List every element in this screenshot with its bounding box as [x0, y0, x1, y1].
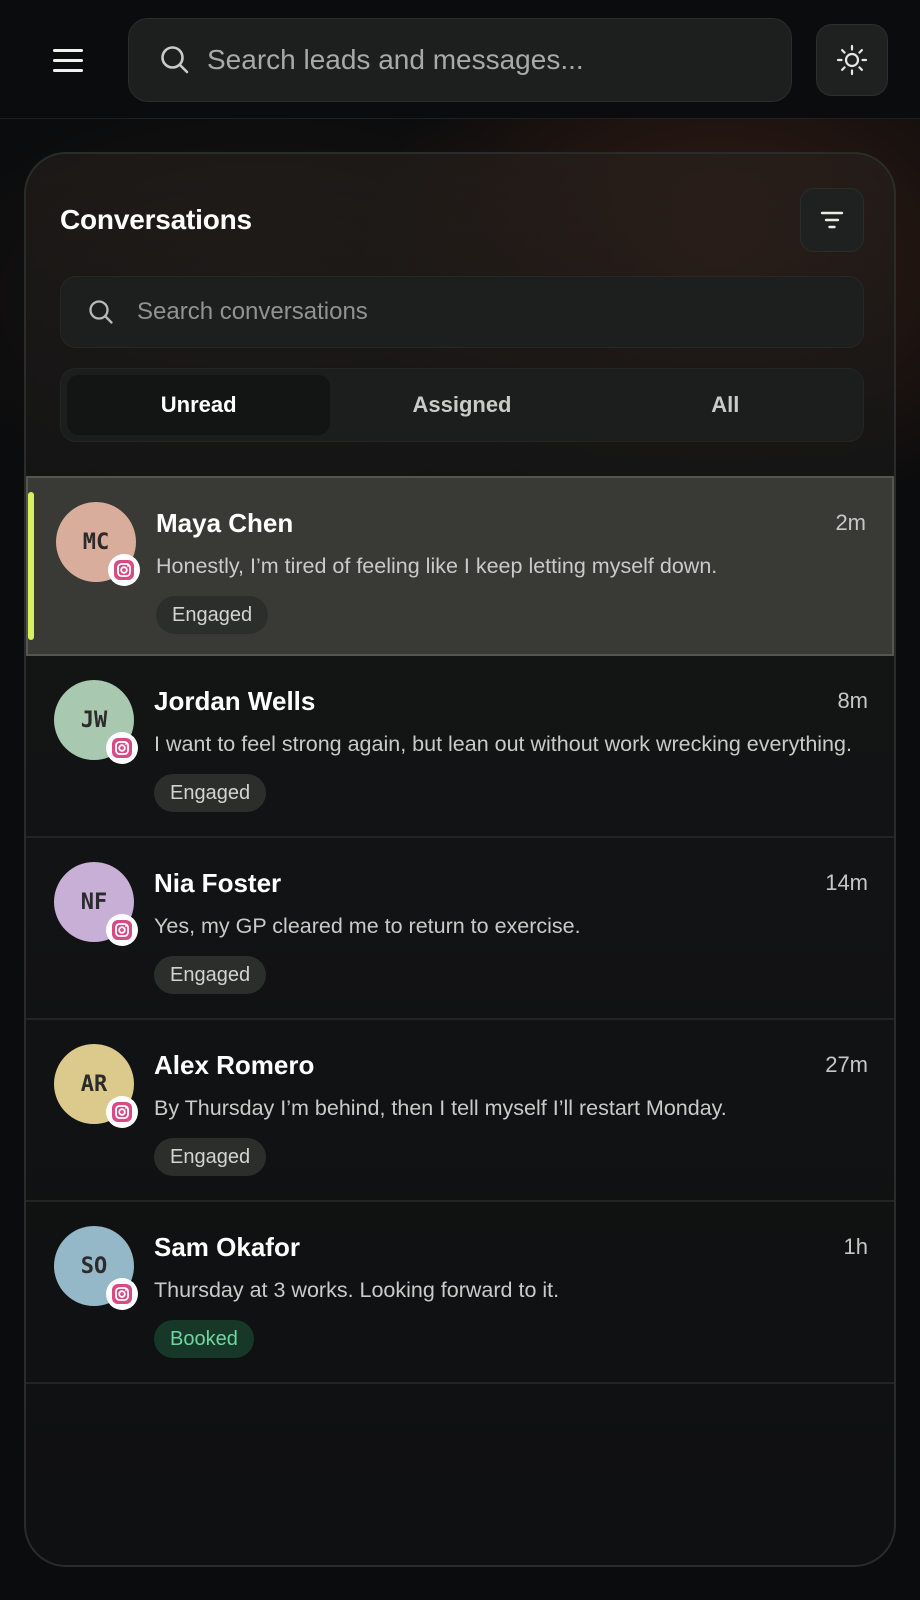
- instagram-icon: [106, 732, 138, 764]
- message-preview: Honestly, I’m tired of feeling like I ke…: [156, 554, 718, 578]
- selected-indicator: [28, 492, 34, 640]
- conversation-row[interactable]: JW Jordan Wells 8m I want to feel strong…: [26, 656, 894, 838]
- global-search-input[interactable]: [207, 40, 791, 80]
- top-bar: [0, 0, 920, 119]
- conversation-row[interactable]: SO Sam Okafor 1h Thursday at 3 works. Lo…: [26, 1202, 894, 1384]
- conversation-list: MC Maya Chen 2m Honestly, I’m tired of f…: [26, 476, 894, 1384]
- conversation-tabs: Unread Assigned All: [60, 368, 864, 442]
- tab-all[interactable]: All: [594, 375, 857, 435]
- tab-assigned[interactable]: Assigned: [330, 375, 593, 435]
- conversation-row[interactable]: AR Alex Romero 27m By Thursday I’m behin…: [26, 1020, 894, 1202]
- theme-toggle-button[interactable]: [816, 24, 888, 96]
- status-badge: Engaged: [156, 596, 269, 634]
- status-badge: Engaged: [154, 956, 267, 994]
- status-badge: Booked: [154, 1320, 254, 1358]
- contact-name: Nia Foster: [154, 868, 282, 898]
- tab-unread[interactable]: Unread: [67, 375, 331, 435]
- status-badge: Engaged: [154, 774, 267, 812]
- message-time: 8m: [837, 688, 868, 713]
- contact-name: Maya Chen: [156, 508, 294, 538]
- contact-name: Sam Okafor: [154, 1232, 300, 1262]
- hamburger-menu-icon[interactable]: [44, 38, 92, 82]
- message-preview: Yes, my GP cleared me to return to exerc…: [154, 914, 581, 938]
- message-time: 1h: [843, 1234, 868, 1259]
- instagram-icon: [106, 1096, 138, 1128]
- message-preview: By Thursday I’m behind, then I tell myse…: [154, 1096, 727, 1120]
- global-search[interactable]: [128, 18, 792, 102]
- conversation-search-input[interactable]: [137, 294, 863, 330]
- panel-title: Conversations: [60, 204, 252, 235]
- instagram-icon: [106, 914, 138, 946]
- conversation-row[interactable]: NF Nia Foster 14m Yes, my GP cleared me …: [26, 838, 894, 1020]
- filter-icon: [820, 211, 844, 229]
- conversation-search[interactable]: [60, 276, 864, 348]
- status-badge: Engaged: [154, 1138, 267, 1176]
- message-time: 14m: [825, 870, 868, 895]
- contact-name: Alex Romero: [154, 1050, 315, 1080]
- message-time: 27m: [825, 1052, 868, 1077]
- conversation-row[interactable]: MC Maya Chen 2m Honestly, I’m tired of f…: [26, 476, 894, 656]
- message-time: 2m: [835, 510, 866, 535]
- search-icon: [161, 46, 189, 74]
- instagram-icon: [106, 1278, 138, 1310]
- sun-icon: [836, 44, 868, 76]
- conversations-panel: Conversations Unread Assigned All MC: [24, 152, 896, 1567]
- search-icon: [89, 300, 113, 324]
- message-preview: Thursday at 3 works. Looking forward to …: [154, 1278, 560, 1302]
- contact-name: Jordan Wells: [154, 686, 316, 716]
- filter-button[interactable]: [800, 188, 864, 252]
- instagram-icon: [108, 554, 140, 586]
- message-preview: I want to feel strong again, but lean ou…: [154, 732, 852, 756]
